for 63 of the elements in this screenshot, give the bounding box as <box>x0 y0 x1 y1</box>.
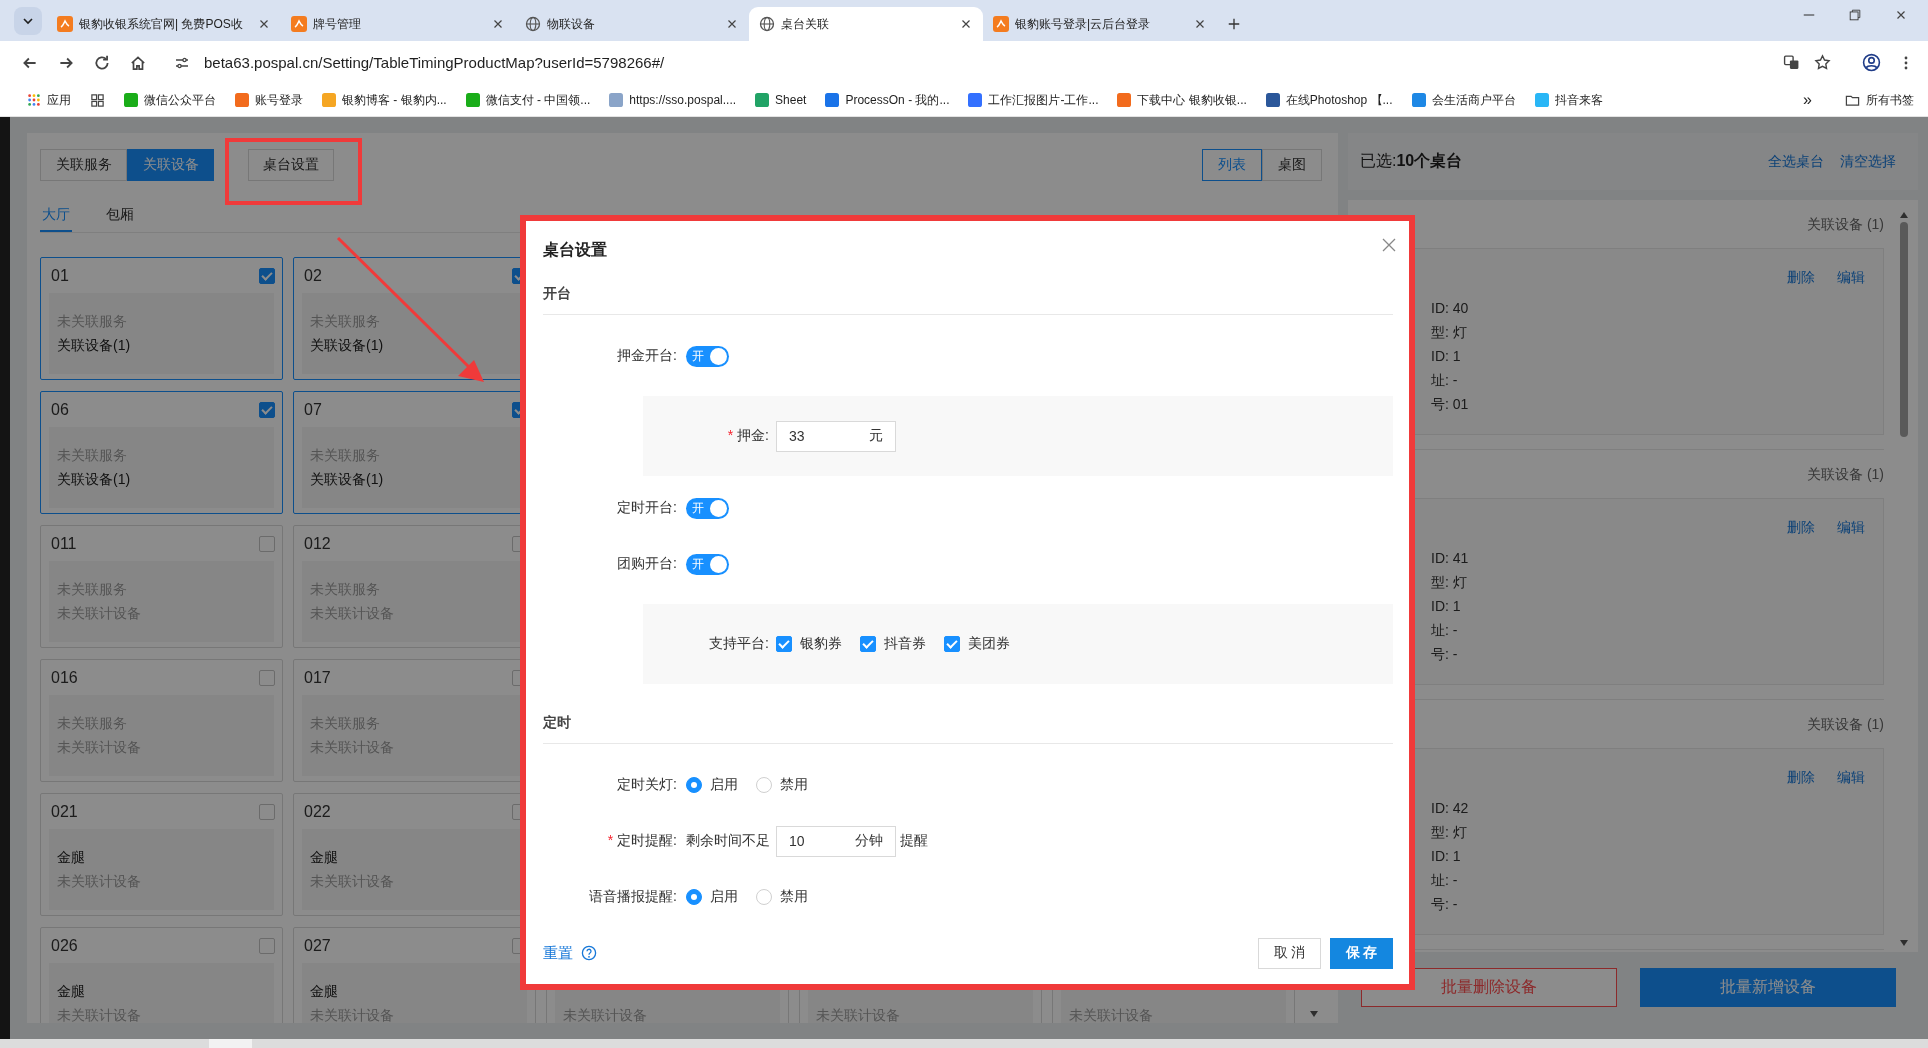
table-number: 017 <box>304 668 331 687</box>
radio-label: 启用 <box>710 888 738 906</box>
radio-label: 禁用 <box>780 888 808 906</box>
field-label: 定时提醒: <box>617 832 677 848</box>
table-number: 016 <box>51 668 78 687</box>
device-status: 关联设备(1) <box>310 470 385 489</box>
service-status: 金腿 <box>310 982 339 1001</box>
field-label: 定时开台: <box>617 499 677 515</box>
service-status: 金腿 <box>310 848 339 867</box>
device-detail: ID: 1 <box>1431 847 1462 866</box>
field-label: 押金开台: <box>617 347 677 363</box>
group-count: 关联设备 (1) <box>1807 466 1884 484</box>
device-detail: 型: 灯 <box>1431 823 1468 842</box>
radio-label: 禁用 <box>780 776 808 794</box>
device-detail: 号: - <box>1431 645 1459 664</box>
field-label: 支持平台: <box>709 635 769 651</box>
checkbox-label: 美团券 <box>968 635 1010 653</box>
table-number: 012 <box>304 534 331 553</box>
device-status: 关联设备(1) <box>57 336 132 355</box>
dialog-title: 桌台设置 <box>543 240 607 260</box>
field-label: 团购开台: <box>617 555 677 571</box>
device-detail: ID: 40 <box>1431 299 1470 318</box>
table-number: 021 <box>51 802 78 821</box>
field-text: 提醒 <box>900 832 928 850</box>
field-label: 语音播报提醒: <box>589 888 677 904</box>
group-count: 关联设备 (1) <box>1807 216 1884 234</box>
table-number: 06 <box>51 400 69 419</box>
device-detail: ID: 1 <box>1431 597 1462 616</box>
required-mark: * <box>727 427 734 443</box>
device-detail: 址: - <box>1431 621 1459 640</box>
field-label: 定时关灯: <box>617 776 677 792</box>
table-number: 022 <box>304 802 331 821</box>
unit-label: 分钟 <box>855 832 883 850</box>
radio-label: 启用 <box>710 776 738 794</box>
table-number: 01 <box>51 266 69 285</box>
device-detail: ID: 42 <box>1431 799 1470 818</box>
field-label: 押金: <box>737 427 769 443</box>
table-number: 026 <box>51 936 78 955</box>
field-text: 剩余时间不足 <box>686 832 770 850</box>
table-number: 011 <box>51 534 77 553</box>
service-status: 金腿 <box>57 982 86 1001</box>
table-number: 07 <box>304 400 322 419</box>
group-count: 关联设备 (1) <box>1807 716 1884 734</box>
selection-summary: 已选:10个桌台 <box>1360 151 1463 171</box>
checkbox-label: 银豹券 <box>800 635 842 653</box>
table-number: 027 <box>304 936 331 955</box>
device-detail: 型: 灯 <box>1431 323 1468 342</box>
device-status: 关联设备(1) <box>57 470 132 489</box>
table-number: 02 <box>304 266 322 285</box>
device-detail: ID: 41 <box>1431 549 1470 568</box>
required-mark: * <box>607 832 614 848</box>
device-detail: ID: 1 <box>1431 347 1462 366</box>
device-detail: 号: 01 <box>1431 395 1470 414</box>
device-detail: 址: - <box>1431 871 1459 890</box>
device-detail: 型: 灯 <box>1431 573 1468 592</box>
unit-label: 元 <box>869 427 883 445</box>
section-title: 定时 <box>543 708 1393 744</box>
device-detail: 址: - <box>1431 371 1459 390</box>
device-detail: 号: - <box>1431 895 1459 914</box>
checkbox-label: 抖音券 <box>884 635 926 653</box>
device-status: 关联设备(1) <box>310 336 385 355</box>
section-title: 开台 <box>543 279 1393 315</box>
service-status: 金腿 <box>57 848 86 867</box>
